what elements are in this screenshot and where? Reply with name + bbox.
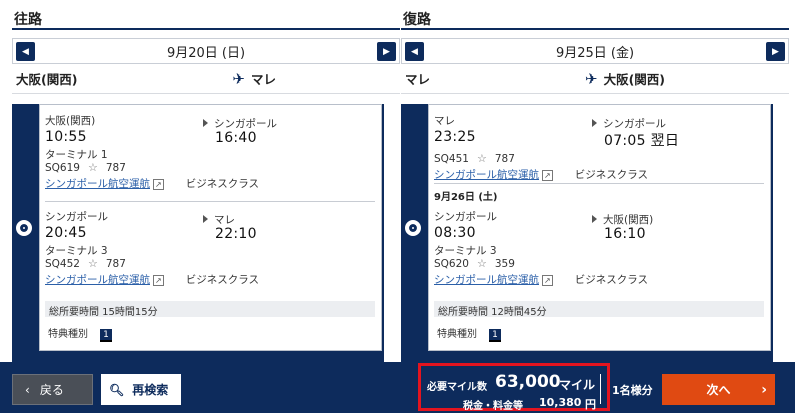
airline-row: シンガポール航空運航 ↗ ビジネスクラス [45, 274, 259, 286]
external-link-icon: ↗ [153, 275, 164, 286]
star-icon: ☆ [87, 257, 98, 270]
airline-row: シンガポール航空運航 ↗ ビジネスクラス [434, 169, 648, 181]
arr-time: 07:05 翌日 [604, 133, 680, 149]
external-link-icon: ↗ [542, 275, 553, 286]
search-icon: 🔍︎ [109, 382, 125, 397]
dep-airport: マレ [434, 115, 455, 127]
prev-date-button[interactable]: ◀ [405, 42, 424, 61]
arr-airport: 大阪(関西) [592, 212, 653, 227]
arr-time: 16:40 [215, 130, 257, 146]
route-destination: 大阪(関西) [603, 72, 665, 87]
flight-info: SQ619 ☆ 787 [45, 161, 126, 174]
option-radio[interactable] [405, 220, 421, 236]
research-button[interactable]: 🔍︎ 再検索 [101, 374, 181, 405]
tax-label: 税金・料金等 [463, 401, 523, 412]
segment-date: 9月26日 (土) [434, 192, 498, 203]
divider [434, 183, 764, 184]
arr-airport: マレ [203, 212, 235, 227]
return-title: 復路 [401, 0, 789, 30]
star-icon: ☆ [476, 257, 487, 270]
airline-link[interactable]: シンガポール航空運航 [434, 274, 539, 286]
outbound-date: 9月20日 (日) [166, 45, 246, 61]
dep-time: 08:30 [434, 225, 476, 241]
flight-info: SQ620 ☆ 359 [434, 257, 515, 270]
arr-airport: シンガポール [592, 116, 666, 131]
airline-link[interactable]: シンガポール航空運航 [45, 274, 150, 286]
option-radio[interactable] [16, 220, 32, 236]
next-button[interactable]: 次へ › [662, 374, 775, 405]
dep-airport: シンガポール [45, 211, 108, 223]
required-miles-box: 必要マイル数 63,000 マイル 税金・料金等 10,380 円 [418, 363, 610, 412]
award-type: 特典種別 1 [48, 325, 112, 342]
external-link-icon: ↗ [153, 179, 164, 190]
separator [600, 374, 601, 404]
return-date: 9月25日 (金) [555, 45, 635, 61]
total-duration: 総所要時間 12時間45分 [434, 301, 764, 318]
airline-link[interactable]: シンガポール航空運航 [45, 178, 150, 190]
dep-time: 10:55 [45, 129, 87, 145]
airline-row: シンガポール航空運航 ↗ ビジネスクラス [45, 178, 259, 190]
miles-label: 必要マイル数 [427, 382, 487, 393]
external-link-icon: ↗ [542, 170, 553, 181]
star-icon: ☆ [87, 161, 98, 174]
dep-airport: 大阪(関西) [45, 115, 96, 127]
chevron-right-icon: › [761, 381, 767, 398]
dep-airport: シンガポール [434, 211, 497, 223]
arr-airport: シンガポール [203, 116, 277, 131]
tax-unit: 円 [585, 398, 596, 411]
terminal: ターミナル 1 [45, 149, 108, 161]
outbound-option[interactable]: 大阪(関西) シンガポール 10:55 16:40 ターミナル 1 SQ619 ☆… [12, 104, 384, 362]
divider [45, 201, 375, 202]
miles-unit: マイル [559, 378, 596, 392]
bottom-bar: ‹ 戻る 🔍︎ 再検索 必要マイル数 63,000 マイル 税金・料金等 10,38… [0, 362, 795, 413]
tax-value: 10,380 [539, 396, 582, 409]
award-type: 特典種別 1 [437, 325, 501, 342]
next-date-button[interactable]: ▶ [766, 42, 785, 61]
route-origin: 大阪(関西) [16, 72, 78, 87]
flight-info: SQ451 ☆ 787 [434, 152, 515, 165]
airline-link[interactable]: シンガポール航空運航 [434, 169, 539, 181]
outbound-date-bar: ◀ 9月20日 (日) ▶ [12, 38, 400, 64]
return-route: マレ ✈ 大阪(関西) [401, 64, 789, 94]
airplane-icon: ✈ [232, 69, 245, 88]
back-button[interactable]: ‹ 戻る [12, 374, 93, 405]
return-date-bar: ◀ 9月25日 (金) ▶ [401, 38, 789, 64]
star-icon: ☆ [476, 152, 487, 165]
dep-time: 20:45 [45, 225, 87, 241]
chevron-left-icon: ‹ [25, 382, 30, 397]
dep-time: 23:25 [434, 129, 476, 145]
airline-row: シンガポール航空運航 ↗ ビジネスクラス [434, 274, 648, 286]
total-duration: 総所要時間 15時間15分 [45, 301, 375, 318]
route-destination: マレ [250, 72, 276, 87]
outbound-title: 往路 [12, 0, 400, 30]
miles-value: 63,000 [495, 372, 561, 392]
flight-card: 大阪(関西) シンガポール 10:55 16:40 ターミナル 1 SQ619 ☆… [39, 104, 382, 351]
terminal: ターミナル 3 [434, 245, 497, 257]
persons-label: 1名様分 [612, 384, 653, 397]
next-date-button[interactable]: ▶ [377, 42, 396, 61]
return-option[interactable]: マレ シンガポール 23:25 07:05 翌日 SQ451 ☆ 787 シンガポー… [401, 104, 773, 362]
arr-time: 22:10 [215, 226, 257, 242]
outbound-route: 大阪(関西) ✈ マレ [12, 64, 400, 94]
arr-time: 16:10 [604, 226, 646, 242]
page: 往路 ◀ 9月20日 (日) ▶ 大阪(関西) ✈ マレ 大阪(関西) シンガポー… [0, 0, 795, 413]
route-origin: マレ [405, 72, 431, 87]
terminal: ターミナル 3 [45, 245, 108, 257]
flight-card: マレ シンガポール 23:25 07:05 翌日 SQ451 ☆ 787 シンガポー… [428, 104, 771, 351]
airplane-icon: ✈ [584, 69, 598, 88]
outbound-column: 往路 ◀ 9月20日 (日) ▶ 大阪(関西) ✈ マレ 大阪(関西) シンガポー… [12, 0, 400, 362]
flight-info: SQ452 ☆ 787 [45, 257, 126, 270]
return-column: 復路 ◀ 9月25日 (金) ▶ マレ ✈ 大阪(関西) マレ シンガポール 23… [401, 0, 789, 362]
prev-date-button[interactable]: ◀ [16, 42, 35, 61]
